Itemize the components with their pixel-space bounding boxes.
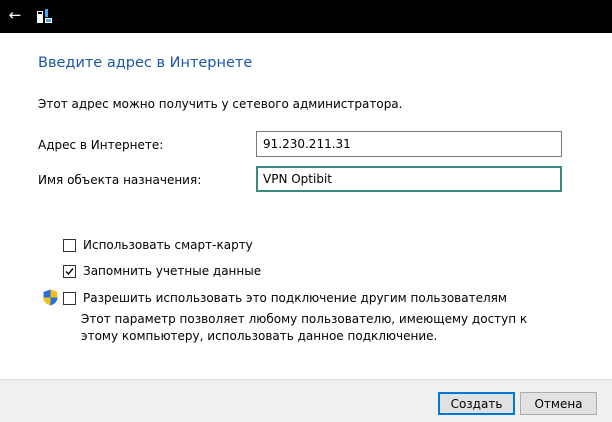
remember-credentials-label: Запомнить учетные данные: [83, 264, 262, 278]
create-button[interactable]: Создать: [438, 392, 515, 415]
back-arrow-icon[interactable]: ←: [6, 6, 24, 24]
dialog-heading: Введите адрес в Интернете: [38, 55, 253, 71]
address-label: Адрес в Интернете:: [38, 138, 164, 152]
title-bar: ←: [0, 0, 612, 33]
network-icon: [37, 9, 52, 23]
share-connection-hint: Этот параметр позволяет любому пользоват…: [81, 312, 528, 343]
cancel-button[interactable]: Отмена: [520, 392, 597, 415]
smartcard-option[interactable]: Использовать смарт-карту: [63, 237, 253, 253]
share-connection-label: Разрешить использовать это подключение д…: [83, 291, 507, 305]
checkmark-icon: [65, 267, 74, 275]
destination-name-label: Имя объекта назначения:: [38, 173, 202, 187]
remember-credentials-option[interactable]: Запомнить учетные данные: [63, 263, 261, 279]
uac-shield-icon: [43, 289, 58, 306]
destination-name-input[interactable]: [256, 166, 562, 192]
smartcard-label: Использовать смарт-карту: [83, 238, 253, 252]
share-connection-option[interactable]: Разрешить использовать это подключение д…: [63, 290, 507, 306]
remember-credentials-checkbox[interactable]: [63, 264, 76, 278]
dialog-description: Этот адрес можно получить у сетевого адм…: [38, 97, 403, 111]
address-input[interactable]: [256, 131, 562, 157]
share-connection-checkbox[interactable]: [63, 291, 76, 305]
dialog-footer: Создать Отмена: [0, 379, 612, 422]
smartcard-checkbox[interactable]: [63, 238, 76, 252]
